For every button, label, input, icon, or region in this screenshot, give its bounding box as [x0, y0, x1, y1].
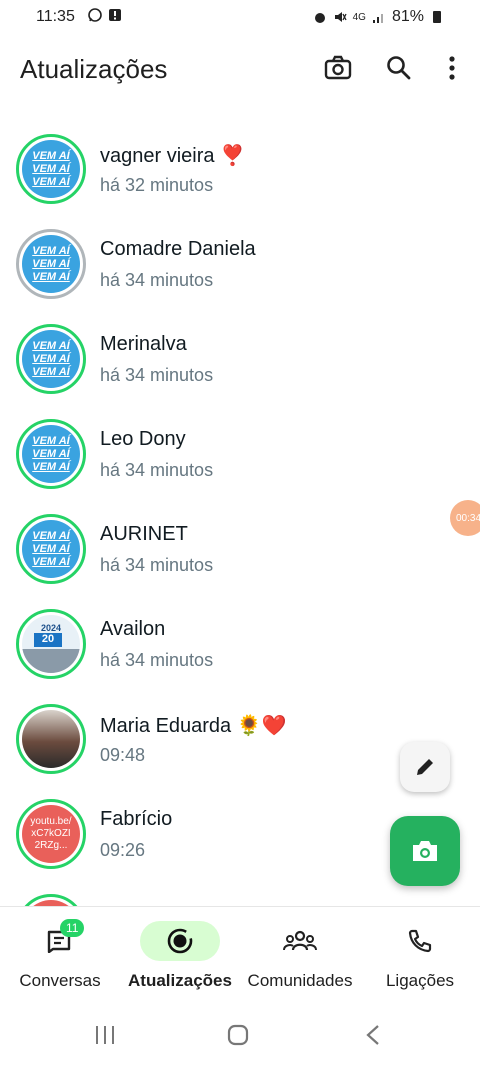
avatar	[16, 894, 86, 906]
status-row[interactable]: 2024 20 Availon há 34 minutos	[0, 609, 480, 704]
avatar: VEM AÍ VEM AÍ VEM AÍ	[16, 134, 86, 204]
update-time: 09:26	[100, 840, 146, 860]
contact-name: Leo Dony	[100, 428, 186, 450]
camera-button[interactable]	[322, 52, 354, 84]
communities-icon	[283, 930, 317, 951]
contact-name: vagner vieira ❣️	[100, 145, 245, 167]
update-time: há 34 minutos	[100, 650, 214, 670]
update-time: há 32 minutos	[100, 175, 214, 195]
update-time: há 34 minutos	[100, 460, 214, 480]
status-row[interactable]: VEM AÍ VEM AÍ VEM AÍ vagner vieira ❣️ há 3…	[0, 134, 480, 229]
avatar	[16, 704, 86, 774]
contact-name: Comadre Daniela	[100, 238, 256, 260]
status-row[interactable]: VEM AÍ VEM AÍ VEM AÍ AURINET há 34 minutos	[0, 514, 480, 609]
more-options-button[interactable]	[436, 52, 468, 84]
nav-ligacoes[interactable]: Ligações	[360, 921, 480, 991]
status-row[interactable]: VEM AÍ VEM AÍ VEM AÍ Merinalva há 34 minut…	[0, 324, 480, 419]
update-time: há 34 minutos	[100, 270, 214, 290]
system-navigation-bar	[0, 1006, 480, 1066]
update-time: há 34 minutos	[100, 365, 214, 385]
update-time: há 34 minutos	[100, 555, 214, 575]
phone-icon	[408, 929, 432, 953]
status-row-partial[interactable]	[0, 100, 480, 125]
avatar: VEM AÍ VEM AÍ VEM AÍ	[16, 514, 86, 584]
contact-name: Fabrício	[100, 808, 173, 830]
battery-icon	[433, 11, 441, 23]
more-vert-icon	[449, 56, 455, 80]
nav-comunidades[interactable]: Comunidades	[240, 921, 360, 991]
camera-status-button[interactable]	[390, 816, 460, 886]
update-time: 09:48	[100, 745, 146, 765]
home-icon[interactable]	[227, 1024, 249, 1046]
status-row[interactable]: VEM AÍ VEM AÍ VEM AÍ Leo Dony há 34 minuto…	[0, 419, 480, 514]
nav-label: Ligações	[385, 971, 455, 990]
contact-name: Availon	[100, 618, 166, 640]
pencil-icon	[417, 759, 433, 775]
avatar: 2024 20	[16, 609, 86, 679]
contact-name: Maria Eduarda 🌻❤️	[100, 715, 287, 737]
status-time: 11:35	[36, 8, 75, 25]
contact-name: Merinalva	[100, 333, 187, 355]
avatar: VEM AÍ VEM AÍ VEM AÍ	[16, 324, 86, 394]
camera-icon	[413, 841, 437, 861]
timer-bubble[interactable]: 00:34	[450, 500, 480, 536]
search-button[interactable]	[383, 52, 415, 84]
avatar: VEM AÍ VEM AÍ VEM AÍ	[16, 229, 86, 299]
status-row[interactable]: VEM AÍ VEM AÍ VEM AÍ Comadre Daniela há 34…	[0, 229, 480, 324]
updates-icon	[167, 928, 193, 954]
nav-label: Comunidades	[247, 971, 353, 990]
mute-icon	[334, 12, 347, 22]
bottom-navigation: 11 Conversas Atualizações Comunidades Li…	[0, 906, 480, 1006]
search-icon	[387, 56, 411, 80]
status-row-partial[interactable]	[0, 894, 480, 906]
avatar: youtu.be/ xC7kOZI 2RZg...	[16, 799, 86, 869]
text-status-button[interactable]	[400, 742, 450, 792]
signal-icon	[372, 14, 383, 23]
alarm-icon	[314, 13, 325, 23]
nav-conversas[interactable]: 11 Conversas	[0, 919, 120, 991]
unread-badge: 11	[60, 919, 85, 937]
alert-notification-icon	[109, 9, 121, 21]
nav-label: Conversas	[19, 971, 101, 990]
contact-name: AURINET	[100, 523, 188, 545]
status-bar: 11:35 4G 81%	[0, 0, 480, 36]
battery-percent: 81%	[391, 8, 424, 25]
back-icon[interactable]	[364, 1024, 382, 1046]
nav-atualizacoes[interactable]: Atualizações	[120, 921, 240, 991]
avatar: VEM AÍ VEM AÍ VEM AÍ	[16, 419, 86, 489]
nav-label: Atualizações	[128, 971, 232, 990]
recent-apps-icon[interactable]	[94, 1024, 116, 1046]
app-header: Atualizações	[0, 36, 480, 100]
network-type: 4G	[352, 11, 366, 23]
page-title: Atualizações	[20, 54, 168, 84]
camera-icon	[324, 55, 352, 80]
whatsapp-notification-icon	[88, 8, 102, 22]
